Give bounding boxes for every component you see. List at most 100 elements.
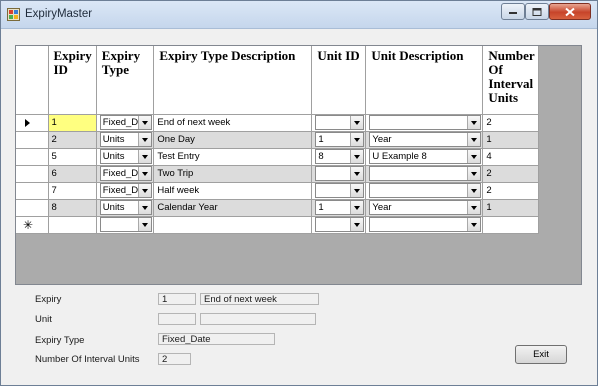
dropdown-arrow-icon[interactable] [350,116,364,129]
unit-id-combo[interactable] [315,183,365,198]
dropdown-arrow-icon[interactable] [350,218,364,231]
exit-button[interactable]: Exit [515,345,567,364]
expiry-type-combo[interactable]: Units [99,200,153,215]
table-row[interactable]: 2 Units One Day 1 Year 1 [16,131,540,149]
cell-number-of-interval-units[interactable]: 4 [482,148,540,166]
dropdown-arrow-icon[interactable] [350,133,364,146]
header-number-of-interval-units[interactable]: Number Of Interval Units [482,46,540,115]
row-header[interactable] [16,148,49,166]
cell-expiry-type-description[interactable] [153,216,313,234]
unit-id-combo[interactable]: 1 [315,200,365,215]
dropdown-arrow-icon[interactable] [138,218,152,231]
header-unit-description[interactable]: Unit Description [365,46,484,115]
expiry-type-combo[interactable]: Units [99,149,153,164]
cell-number-of-interval-units[interactable]: 1 [482,199,540,217]
cell-unit-id[interactable] [311,216,367,234]
cell-expiry-type[interactable]: Units [96,131,155,149]
cell-expiry-id[interactable]: 6 [48,165,97,183]
cell-expiry-type[interactable] [96,216,155,234]
maximize-button[interactable] [525,3,549,20]
unit-id-combo[interactable]: 8 [315,149,365,164]
cell-unit-id[interactable]: 1 [311,131,367,149]
cell-expiry-type-description[interactable]: Two Trip [153,165,313,183]
cell-expiry-type-description[interactable]: One Day [153,131,313,149]
dropdown-arrow-icon[interactable] [138,184,152,197]
dropdown-arrow-icon[interactable] [350,167,364,180]
cell-unit-description[interactable] [365,182,484,200]
cell-number-of-interval-units[interactable] [482,216,540,234]
cell-unit-description[interactable]: U Example 8 [365,148,484,166]
unit-description-field[interactable] [200,313,316,325]
unit-description-combo[interactable] [369,115,482,130]
row-header[interactable] [16,131,49,149]
unit-description-combo[interactable]: Year [369,132,482,147]
new-row[interactable]: ✳ [16,216,540,234]
cell-unit-id[interactable]: 8 [311,148,367,166]
dropdown-arrow-icon[interactable] [467,184,481,197]
expiry-type-combo[interactable]: Fixed_Date [99,183,153,198]
row-header[interactable] [16,199,49,217]
cell-expiry-type[interactable]: Fixed_Date [96,182,155,200]
row-header[interactable]: ✳ [16,216,49,234]
dropdown-arrow-icon[interactable] [350,150,364,163]
dropdown-arrow-icon[interactable] [138,116,152,129]
unit-description-combo[interactable]: U Example 8 [369,149,482,164]
cell-number-of-interval-units[interactable]: 2 [482,182,540,200]
dropdown-arrow-icon[interactable] [467,133,481,146]
cell-expiry-type[interactable]: Units [96,199,155,217]
cell-number-of-interval-units[interactable]: 2 [482,114,540,132]
dropdown-arrow-icon[interactable] [138,201,152,214]
title-bar[interactable]: ExpiryMaster [1,1,597,29]
cell-expiry-id[interactable] [48,216,97,234]
unit-description-combo[interactable]: Year [369,200,482,215]
minimize-button[interactable] [501,3,525,20]
header-expiry-id[interactable]: Expiry ID [48,46,97,115]
table-row[interactable]: 8 Units Calendar Year 1 Year 1 [16,199,540,217]
expiry-id-field[interactable]: 1 [158,293,196,305]
row-header[interactable] [16,165,49,183]
cell-unit-id[interactable] [311,182,367,200]
cell-unit-id[interactable] [311,114,367,132]
unit-id-combo[interactable] [315,166,365,181]
cell-expiry-type[interactable]: Fixed_Date [96,114,155,132]
cell-expiry-type-description[interactable]: Half week [153,182,313,200]
unit-id-field[interactable] [158,313,196,325]
cell-expiry-id[interactable]: 2 [48,131,97,149]
cell-expiry-type[interactable]: Fixed_Date [96,165,155,183]
cell-unit-id[interactable]: 1 [311,199,367,217]
table-row[interactable]: 5 Units Test Entry 8 U Example 8 4 [16,148,540,166]
close-button[interactable] [549,3,591,20]
cell-unit-id[interactable] [311,165,367,183]
unit-description-combo[interactable] [369,217,482,232]
expiry-type-combo[interactable]: Fixed_Date [99,115,153,130]
unit-id-combo[interactable]: 1 [315,132,365,147]
header-expiry-type-description[interactable]: Expiry Type Description [153,46,313,115]
dropdown-arrow-icon[interactable] [467,167,481,180]
cell-unit-description[interactable]: Year [365,199,484,217]
cell-expiry-type-description[interactable]: End of next week [153,114,313,132]
cell-expiry-id[interactable]: 8 [48,199,97,217]
cell-unit-description[interactable]: Year [365,131,484,149]
table-row[interactable]: 1 Fixed_Date End of next week 2 [16,114,540,132]
cell-number-of-interval-units[interactable]: 1 [482,131,540,149]
cell-expiry-id[interactable]: 1 [48,114,97,132]
dropdown-arrow-icon[interactable] [138,150,152,163]
dropdown-arrow-icon[interactable] [138,133,152,146]
row-header[interactable] [16,114,49,132]
header-expiry-type[interactable]: Expiry Type [96,46,155,115]
cell-unit-description[interactable] [365,165,484,183]
dropdown-arrow-icon[interactable] [350,201,364,214]
dropdown-arrow-icon[interactable] [467,218,481,231]
row-header[interactable] [16,182,49,200]
table-row[interactable]: 7 Fixed_Date Half week 2 [16,182,540,200]
cell-expiry-id[interactable]: 5 [48,148,97,166]
cell-unit-description[interactable] [365,216,484,234]
dropdown-arrow-icon[interactable] [467,201,481,214]
expiry-type-field[interactable]: Fixed_Date [158,333,275,345]
expiry-type-combo[interactable] [99,217,153,232]
header-unit-id[interactable]: Unit ID [311,46,367,115]
unit-id-combo[interactable] [315,115,365,130]
cell-expiry-type-description[interactable]: Test Entry [153,148,313,166]
dropdown-arrow-icon[interactable] [138,167,152,180]
unit-description-combo[interactable] [369,183,482,198]
